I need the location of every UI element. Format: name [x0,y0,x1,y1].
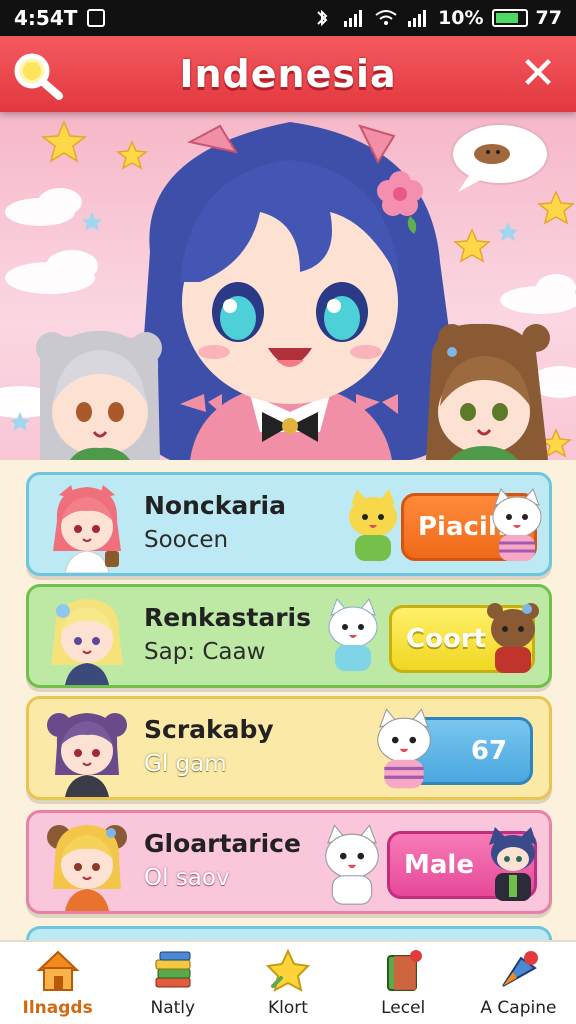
book-icon [387,950,423,991]
bluetooth-icon [317,9,328,27]
nav-label: Klort [268,998,308,1018]
action-label: 67 [470,736,508,766]
nav-item-lecel[interactable]: Lecel [346,942,461,1024]
cat-mascot-icon [349,489,397,561]
hero-banner [0,112,576,460]
search-icon[interactable] [10,50,64,100]
nav-label: Lecel [381,998,426,1018]
avatar [47,713,127,797]
star-icon [265,948,311,992]
item-subtitle: Gl gam [144,751,227,777]
item-subtitle: Soocen [144,527,229,553]
nav-item-acapine[interactable]: A Capine [461,942,576,1024]
books-icon [155,951,191,988]
nav-label: A Capine [480,998,557,1018]
pin-icon [502,951,539,987]
app-header: Indenesia ✕ [0,36,576,112]
nav-item-home[interactable]: Ilnagds [0,942,115,1024]
item-name: Scrakaby [144,715,274,744]
character-list: Nonckaria Soocen Piacih Renkastaris Sap:… [0,460,576,956]
page-title: Indenesia [179,52,397,96]
cat-mascot-icon [492,488,542,561]
bottom-nav: Ilnagds Natly Klort Lecel A Capine [0,940,576,1024]
nav-item-natly[interactable]: Natly [115,942,230,1024]
cat-character-icon [489,827,537,901]
status-extra: 77 [535,7,562,29]
list-item[interactable]: Nonckaria Soocen Piacih [26,472,552,576]
item-name: Gloartarice [144,829,301,858]
battery-icon [491,9,528,27]
nav-label: Natly [150,998,196,1018]
item-name: Renkastaris [144,603,311,632]
close-icon[interactable]: ✕ [512,48,564,100]
avatar [47,825,127,911]
status-bar: 4:54T 10% 77 [0,0,576,36]
avatar [53,485,121,573]
battery-percent: 10% [438,7,484,29]
hero-illustration [0,120,576,460]
notification-icon [87,9,106,27]
wifi-icon [375,10,397,25]
item-name: Nonckaria [144,491,286,520]
list-item[interactable]: Scrakaby Gl gam 67 [26,696,552,800]
item-subtitle: Sap: Caaw [144,639,266,665]
avatar [51,599,123,685]
item-subtitle: Ol saov [144,865,230,891]
list-item[interactable]: Gloartarice Ol saov Male [26,810,552,914]
cat-mascot-icon [377,708,431,789]
bear-mascot-icon [487,603,539,673]
nav-item-klort[interactable]: Klort [230,942,345,1024]
signal-icon-2 [408,10,427,27]
action-label: Male [404,850,474,880]
list-item[interactable]: Renkastaris Sap: Caaw Coort [26,584,552,688]
home-icon [36,950,80,991]
cat-mascot-icon [328,598,378,671]
clock: 4:54T [14,6,78,30]
cat-mascot-icon [325,824,379,905]
signal-icon [344,10,363,27]
nav-label: Ilnagds [22,998,93,1018]
action-label: Coort [406,624,487,654]
